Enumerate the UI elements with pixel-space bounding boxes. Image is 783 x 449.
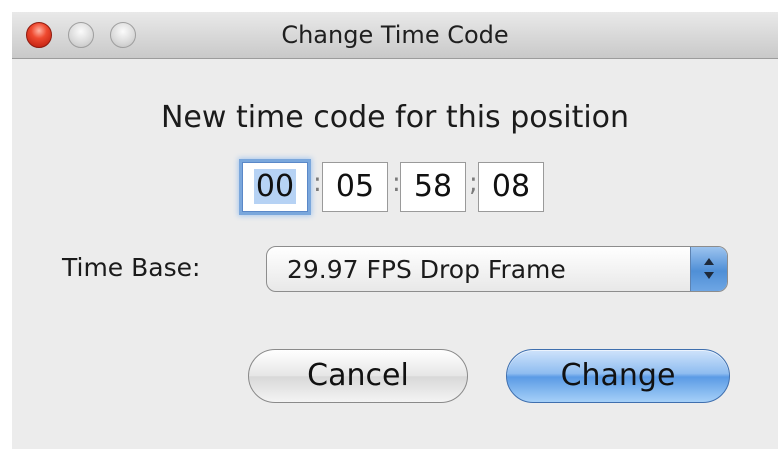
minutes-field[interactable]: 05 xyxy=(322,162,388,212)
seconds-frames-separator: ; xyxy=(469,168,478,198)
prompt-text: New time code for this position xyxy=(160,100,630,135)
chevron-up-icon xyxy=(704,258,714,265)
popup-arrows-icon xyxy=(690,247,727,291)
frames-field[interactable]: 08 xyxy=(478,162,544,212)
hours-field[interactable]: 00 xyxy=(242,162,308,212)
title-bar[interactable]: Change Time Code xyxy=(12,12,778,59)
minimize-window-icon[interactable] xyxy=(68,22,94,48)
cancel-button[interactable]: Cancel xyxy=(248,349,468,403)
seconds-field[interactable]: 58 xyxy=(400,162,466,212)
time-base-label: Time Base: xyxy=(62,253,201,282)
dialog-window: Change Time Code New time code for this … xyxy=(12,12,778,449)
chevron-down-icon xyxy=(704,272,714,279)
window-title: Change Time Code xyxy=(281,21,509,49)
hours-minutes-separator: : xyxy=(313,168,322,198)
hours-value: 00 xyxy=(253,169,297,204)
close-window-icon[interactable] xyxy=(26,22,52,48)
zoom-window-icon[interactable] xyxy=(110,22,136,48)
time-base-selected-value: 29.97 FPS Drop Frame xyxy=(287,255,566,284)
time-base-popup[interactable]: 29.97 FPS Drop Frame xyxy=(266,246,728,292)
change-button[interactable]: Change xyxy=(506,349,730,403)
